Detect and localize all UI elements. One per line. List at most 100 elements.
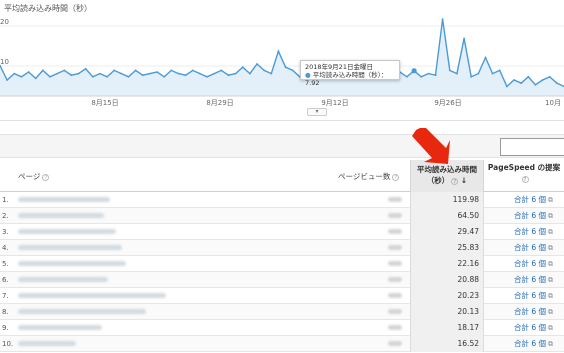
help-icon[interactable]: ? — [521, 175, 529, 183]
page-link[interactable] — [18, 277, 108, 282]
pagespeed-suggestion-link[interactable]: 合計 6 個 ⧉ — [514, 336, 553, 352]
data-point[interactable] — [420, 75, 423, 78]
data-point[interactable] — [84, 67, 87, 70]
column-header-pageviews[interactable]: ページビュー数? — [338, 171, 400, 182]
data-point[interactable] — [134, 69, 137, 72]
external-link-icon[interactable]: ⧉ — [548, 244, 553, 252]
data-point[interactable] — [191, 69, 194, 72]
data-point[interactable] — [113, 69, 116, 72]
pagespeed-suggestion-link[interactable]: 合計 6 個 ⧉ — [514, 192, 553, 208]
data-point[interactable] — [63, 69, 66, 72]
data-point[interactable] — [484, 56, 487, 59]
page-link[interactable] — [18, 293, 166, 298]
data-point[interactable] — [99, 72, 101, 75]
data-point[interactable] — [41, 69, 44, 72]
data-point[interactable] — [463, 37, 465, 40]
external-link-icon[interactable]: ⧉ — [548, 276, 553, 284]
pagespeed-suggestion-link[interactable]: 合計 6 個 ⧉ — [514, 256, 553, 272]
column-header-pagespeed[interactable]: PageSpeed の提案? — [486, 162, 562, 184]
pagespeed-suggestion-link[interactable]: 合計 6 個 ⧉ — [514, 208, 553, 224]
external-link-icon[interactable]: ⧉ — [548, 324, 553, 332]
data-point[interactable] — [520, 82, 523, 85]
data-point[interactable] — [477, 72, 480, 75]
data-point[interactable] — [513, 79, 515, 81]
data-point[interactable] — [498, 69, 501, 72]
pagespeed-suggestion-link[interactable]: 合計 6 個 ⧉ — [514, 240, 553, 256]
page-link[interactable] — [18, 261, 126, 266]
data-point[interactable] — [106, 75, 108, 78]
data-point[interactable] — [506, 85, 508, 88]
external-link-icon[interactable]: ⧉ — [548, 340, 553, 348]
data-point[interactable] — [427, 72, 430, 75]
data-point[interactable] — [49, 75, 51, 78]
page-link[interactable] — [18, 341, 76, 346]
pagespeed-suggestion-link[interactable]: 合計 6 個 ⧉ — [514, 272, 553, 288]
data-point[interactable] — [170, 69, 173, 72]
data-point[interactable] — [34, 77, 37, 80]
data-point[interactable] — [206, 75, 208, 78]
help-icon[interactable]: ? — [42, 173, 50, 181]
data-point[interactable] — [434, 74, 437, 77]
page-link[interactable] — [18, 229, 116, 234]
pagespeed-suggestion-link[interactable]: 合計 6 個 ⧉ — [514, 288, 553, 304]
external-link-icon[interactable]: ⧉ — [548, 292, 553, 300]
data-point[interactable] — [470, 75, 473, 78]
data-point[interactable] — [270, 72, 273, 75]
data-point[interactable] — [120, 72, 123, 75]
data-point[interactable] — [448, 69, 451, 72]
data-point[interactable] — [127, 75, 130, 78]
data-point[interactable] — [220, 69, 223, 72]
table-search-input[interactable] — [500, 138, 564, 156]
data-point[interactable] — [213, 72, 216, 75]
data-point[interactable] — [456, 72, 458, 75]
data-point[interactable] — [249, 72, 251, 75]
data-point[interactable] — [527, 75, 530, 78]
data-point[interactable] — [556, 82, 558, 85]
page-link[interactable] — [18, 325, 102, 330]
pagespeed-suggestion-link[interactable]: 合計 6 個 ⧉ — [514, 320, 553, 336]
data-point[interactable] — [91, 75, 94, 78]
page-link[interactable] — [18, 309, 146, 314]
data-point[interactable] — [13, 72, 16, 75]
help-icon[interactable]: ? — [392, 173, 400, 181]
data-point[interactable] — [56, 72, 58, 75]
data-point[interactable] — [548, 75, 551, 78]
data-point[interactable] — [291, 69, 294, 72]
page-link[interactable] — [18, 197, 110, 202]
data-point[interactable] — [411, 68, 417, 74]
external-link-icon[interactable]: ⧉ — [548, 212, 553, 220]
data-point[interactable] — [441, 18, 444, 21]
page-link[interactable] — [18, 213, 104, 218]
page-link[interactable] — [18, 245, 122, 250]
column-header-page[interactable]: ページ? — [18, 171, 50, 182]
data-point[interactable] — [491, 72, 494, 75]
data-point[interactable] — [149, 72, 151, 75]
data-point[interactable] — [406, 75, 408, 78]
collapse-chart-button[interactable]: ▾ — [307, 108, 327, 116]
external-link-icon[interactable]: ⧉ — [548, 308, 553, 316]
data-point[interactable] — [199, 72, 201, 75]
data-point[interactable] — [177, 72, 180, 75]
external-link-icon[interactable]: ⧉ — [548, 196, 553, 204]
data-point[interactable] — [256, 63, 258, 65]
data-point[interactable] — [241, 66, 244, 69]
data-point[interactable] — [20, 75, 23, 78]
data-point[interactable] — [227, 74, 230, 77]
data-point[interactable] — [184, 74, 187, 77]
data-point[interactable] — [277, 50, 280, 53]
data-point[interactable] — [70, 74, 73, 77]
pagespeed-suggestion-link[interactable]: 合計 6 個 ⧉ — [514, 304, 553, 320]
external-link-icon[interactable]: ⧉ — [548, 228, 553, 236]
data-point[interactable] — [77, 72, 80, 75]
data-point[interactable] — [234, 72, 237, 75]
data-point[interactable] — [6, 79, 8, 81]
data-point[interactable] — [263, 69, 266, 72]
pagespeed-suggestion-link[interactable]: 合計 6 個 ⧉ — [514, 224, 553, 240]
data-point[interactable] — [541, 79, 544, 81]
data-point[interactable] — [284, 66, 287, 69]
external-link-icon[interactable]: ⧉ — [548, 260, 553, 268]
data-point[interactable] — [534, 83, 537, 86]
data-point[interactable] — [156, 71, 159, 73]
data-point[interactable] — [27, 71, 30, 73]
help-icon[interactable]: ? — [451, 177, 459, 185]
